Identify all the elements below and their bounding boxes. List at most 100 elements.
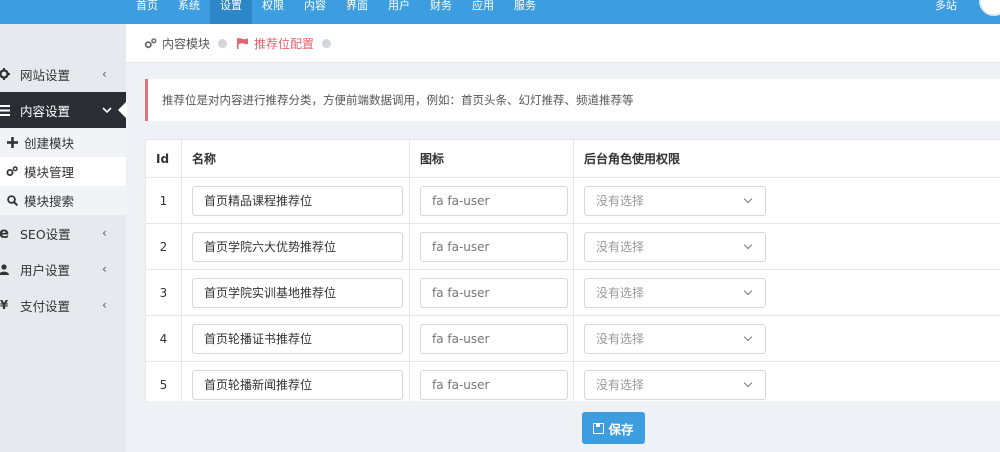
table-header-row: Id 名称 图标 后台角色使用权限 xyxy=(145,139,1000,178)
multi-site-link[interactable]: 多站 xyxy=(935,0,957,12)
icon-cell xyxy=(409,315,574,362)
role-select-value: 没有选择 xyxy=(596,378,645,392)
sidebar-subitem-module-search[interactable]: 模块搜索 xyxy=(0,186,126,215)
bars-icon xyxy=(0,104,10,116)
role-select[interactable]: 没有选择 xyxy=(584,369,766,400)
plus-icon xyxy=(6,137,18,148)
nav-item-settings[interactable]: 设置 xyxy=(210,0,252,24)
row-id: 3 xyxy=(145,269,182,316)
sidebar-item-content-settings[interactable]: 内容设置 xyxy=(0,92,127,128)
table-row: 2 没有选择 xyxy=(145,223,1000,270)
sidebar-item-label: 内容设置 xyxy=(20,103,71,119)
role-cell: 没有选择 xyxy=(573,177,1000,224)
save-button-label: 保存 xyxy=(608,421,634,437)
sidebar-item-label: SEO设置 xyxy=(20,226,71,242)
breadcrumb-label: 推荐位配置 xyxy=(254,36,315,51)
yen-icon: ¥ xyxy=(0,298,9,312)
search-icon xyxy=(6,195,18,206)
row-id: 4 xyxy=(145,315,182,362)
nav-item-apps[interactable]: 应用 xyxy=(462,0,504,24)
nav-item-interface[interactable]: 界面 xyxy=(336,0,378,24)
name-input[interactable] xyxy=(192,277,403,308)
chevron-down-icon xyxy=(743,286,753,295)
nav-item-system[interactable]: 系统 xyxy=(168,0,210,24)
icon-cell xyxy=(409,223,574,270)
icon-input[interactable] xyxy=(420,277,568,308)
name-cell xyxy=(181,361,410,401)
role-cell: 没有选择 xyxy=(573,315,1000,362)
role-select[interactable]: 没有选择 xyxy=(584,323,766,354)
icon-input[interactable] xyxy=(420,231,568,262)
role-cell: 没有选择 xyxy=(573,361,1000,401)
chevron-down-icon xyxy=(743,194,753,203)
sidebar-subitem-module-management[interactable]: 模块管理 xyxy=(0,157,126,186)
name-input[interactable] xyxy=(192,231,403,262)
nav-item-home[interactable]: 首页 xyxy=(126,0,168,24)
flag-icon xyxy=(237,37,249,49)
avatar[interactable] xyxy=(979,0,1000,16)
nav-item-finance[interactable]: 财务 xyxy=(420,0,462,24)
alert-text: 推荐位是对内容进行推荐分类，方便前端数据调用，例如：首页头条、幻灯推荐、频道推荐… xyxy=(162,93,634,107)
top-navbar: 首页 系统 设置 权限 内容 界面 用户 财务 应用 服务 多站 xyxy=(0,0,1000,24)
breadcrumb-item-recommend-config[interactable]: 推荐位配置 xyxy=(237,35,314,52)
sidebar-subitem-create-module[interactable]: 创建模块 xyxy=(0,128,126,157)
recommend-position-table: Id 名称 图标 后台角色使用权限 1 没有选择 2 没有选择 3 xyxy=(145,139,1000,401)
column-header-role-permission: 后台角色使用权限 xyxy=(573,139,1000,178)
breadcrumb: 内容模块 推荐位配置 xyxy=(126,24,1000,63)
breadcrumb-item-content-module[interactable]: 内容模块 xyxy=(144,35,210,52)
role-cell: 没有选择 xyxy=(573,223,1000,270)
chevron-down-icon xyxy=(743,332,753,341)
sidebar: 网站设置 ‹ 内容设置 创建模块 模块管理 模块搜索 e SEO设置 ‹ 用户设… xyxy=(0,24,127,452)
chevron-left-icon: ‹ xyxy=(102,262,107,276)
sidebar-item-seo-settings[interactable]: e SEO设置 ‹ xyxy=(0,215,126,251)
role-select-value: 没有选择 xyxy=(596,332,645,346)
icon-cell xyxy=(409,177,574,224)
icon-cell xyxy=(409,361,574,401)
breadcrumb-separator xyxy=(218,38,228,48)
save-button[interactable]: 保存 xyxy=(582,412,645,444)
nav-item-services[interactable]: 服务 xyxy=(504,0,546,24)
row-id: 2 xyxy=(145,223,182,270)
sidebar-item-label: 用户设置 xyxy=(20,262,71,278)
sidebar-item-label: 网站设置 xyxy=(20,67,71,83)
role-cell: 没有选择 xyxy=(573,269,1000,316)
sidebar-subitem-label: 创建模块 xyxy=(24,136,75,151)
icon-input[interactable] xyxy=(420,369,568,400)
gear-icon xyxy=(0,68,10,80)
icon-input[interactable] xyxy=(420,185,568,216)
icon-input[interactable] xyxy=(420,323,568,354)
cogs-icon xyxy=(144,37,157,49)
nav-item-content[interactable]: 内容 xyxy=(294,0,336,24)
table-row: 1 没有选择 xyxy=(145,177,1000,224)
user-icon xyxy=(0,263,10,275)
chevron-left-icon: ‹ xyxy=(102,67,107,81)
column-header-name: 名称 xyxy=(181,139,410,178)
role-select[interactable]: 没有选择 xyxy=(584,231,766,262)
column-header-icon: 图标 xyxy=(409,139,574,178)
name-input[interactable] xyxy=(192,369,403,400)
save-icon xyxy=(593,422,605,434)
ie-icon: e xyxy=(0,224,10,242)
row-id: 5 xyxy=(145,361,182,401)
icon-cell xyxy=(409,269,574,316)
sidebar-item-user-settings[interactable]: 用户设置 ‹ xyxy=(0,251,126,287)
table-row: 4 没有选择 xyxy=(145,315,1000,362)
breadcrumb-label: 内容模块 xyxy=(162,36,211,51)
role-select[interactable]: 没有选择 xyxy=(584,185,766,216)
table-row: 3 没有选择 xyxy=(145,269,1000,316)
row-id: 1 xyxy=(145,177,182,224)
top-nav: 首页 系统 设置 权限 内容 界面 用户 财务 应用 服务 xyxy=(126,0,546,24)
sidebar-item-site-settings[interactable]: 网站设置 ‹ xyxy=(0,56,126,92)
chevron-left-icon: ‹ xyxy=(102,226,107,240)
nav-item-permissions[interactable]: 权限 xyxy=(252,0,294,24)
cogs-icon xyxy=(6,166,18,177)
chevron-left-icon: ‹ xyxy=(102,298,107,312)
table-row: 5 没有选择 xyxy=(145,361,1000,401)
nav-item-users[interactable]: 用户 xyxy=(378,0,420,24)
name-input[interactable] xyxy=(192,323,403,354)
name-input[interactable] xyxy=(192,185,403,216)
sidebar-item-payment-settings[interactable]: ¥ 支付设置 ‹ xyxy=(0,287,126,323)
role-select[interactable]: 没有选择 xyxy=(584,277,766,308)
role-select-value: 没有选择 xyxy=(596,240,645,254)
name-cell xyxy=(181,315,410,362)
